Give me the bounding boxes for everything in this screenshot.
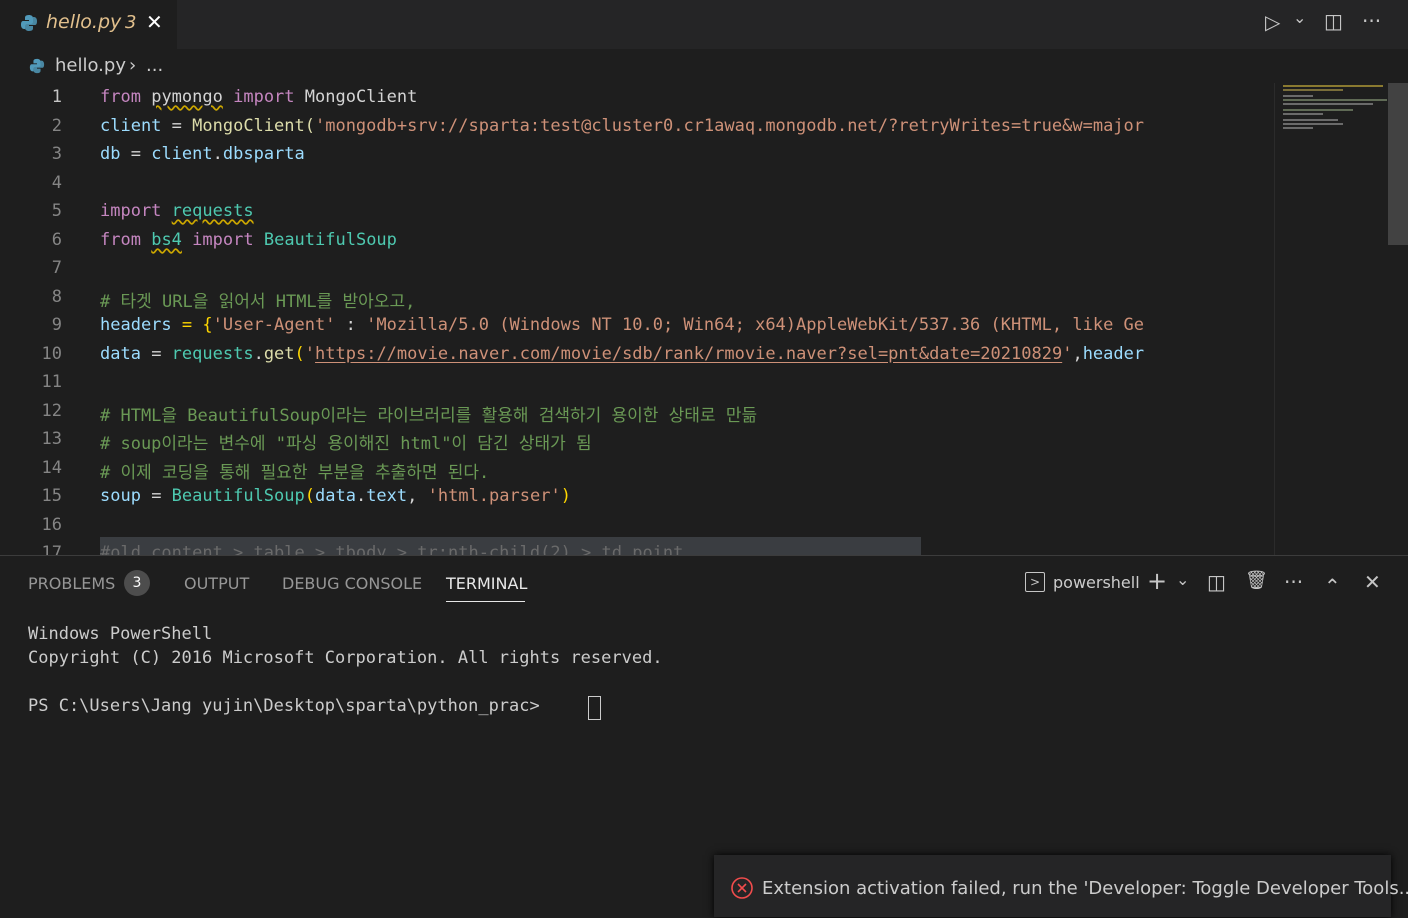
minimap-line: [1283, 85, 1383, 87]
line-number: 6: [51, 230, 62, 250]
line-number: 16: [41, 515, 62, 535]
code-line-2: client = MongoClient('mongodb+srv://spar…: [100, 116, 1145, 136]
active-tab-indicator: [446, 601, 525, 602]
tab-bar: [0, 0, 1408, 49]
code-line-10: data = requests.get('https://movie.naver…: [100, 344, 1145, 364]
line-number: 11: [41, 372, 62, 392]
split-terminal-icon[interactable]: ◫: [1207, 570, 1226, 594]
python-icon: [29, 58, 45, 78]
minimap-line: [1283, 103, 1373, 105]
line-number: 14: [41, 458, 62, 478]
close-icon[interactable]: ✕: [146, 10, 163, 34]
line-number: 9: [51, 315, 62, 335]
trash-icon[interactable]: 🗑: [1245, 570, 1268, 591]
code-editor[interactable]: 1 2 3 4 5 6 7 8 9 10 11 12 13 14 15 16 1…: [0, 83, 1408, 555]
terminal-cursor: [588, 696, 601, 720]
line-number: 10: [41, 344, 62, 364]
scrollbar-thumb[interactable]: [1388, 83, 1408, 245]
minimap-line: [1283, 119, 1338, 121]
minimap-line: [1283, 99, 1387, 101]
chevron-down-icon[interactable]: ⌄: [1293, 8, 1306, 27]
terminal-prompt[interactable]: PS C:\Users\Jang yujin\Desktop\sparta\py…: [28, 696, 550, 716]
breadcrumb-file[interactable]: hello.py: [55, 55, 126, 76]
line-number: 5: [51, 201, 62, 221]
line-number: 17: [41, 543, 62, 555]
split-editor-icon[interactable]: ◫: [1324, 9, 1343, 33]
add-terminal-icon[interactable]: +: [1147, 567, 1167, 595]
minimap-line: [1283, 109, 1353, 111]
line-number: 3: [51, 144, 62, 164]
code-line-17: #old_content > table > tbody > tr:nth-ch…: [100, 543, 684, 555]
chevron-down-icon[interactable]: ⌄: [1176, 570, 1189, 589]
error-icon: [731, 877, 753, 903]
tab-debug-console[interactable]: DEBUG CONSOLE: [282, 574, 422, 593]
minimap-line: [1283, 127, 1313, 129]
line-number: 1: [51, 87, 62, 107]
line-number: 15: [41, 486, 62, 506]
run-icon[interactable]: ▷: [1265, 10, 1280, 34]
code-line-5: import requests: [100, 201, 254, 221]
code-line-8: # 타겟 URL을 읽어서 HTML를 받아오고,: [100, 292, 416, 312]
line-number: 12: [41, 401, 62, 421]
line-number: 13: [41, 429, 62, 449]
tab-problems[interactable]: PROBLEMS: [28, 574, 115, 593]
tab-problem-count: 3: [125, 12, 137, 33]
tab-output[interactable]: OUTPUT: [184, 574, 249, 593]
line-number: 8: [51, 287, 62, 307]
line-number: 4: [51, 173, 62, 193]
more-actions-icon[interactable]: ···: [1362, 9, 1381, 33]
minimap-line: [1283, 95, 1313, 97]
minimap-line: [1283, 113, 1323, 115]
tab-terminal[interactable]: TERMINAL: [446, 574, 527, 593]
notification-message: Extension activation failed, run the 'De…: [762, 878, 1408, 899]
code-line-1: from pymongo import MongoClient: [100, 87, 418, 107]
terminal-line: Copyright (C) 2016 Microsoft Corporation…: [28, 648, 663, 668]
minimap[interactable]: [1274, 83, 1389, 555]
tab-hello-py[interactable]: hello.py 3 ✕: [0, 0, 177, 49]
terminal-line: Windows PowerShell: [28, 624, 213, 644]
minimap-line: [1283, 123, 1343, 125]
code-line-14: # 이제 코딩을 통해 필요한 부분을 추출하면 된다.: [100, 463, 490, 483]
line-number: 2: [51, 116, 62, 136]
breadcrumb-separator: ›: [129, 55, 137, 76]
problems-badge: 3: [124, 570, 150, 596]
code-line-13: # soup이라는 변수에 "파싱 용이해진 html"이 담긴 상태가 됨: [100, 434, 592, 454]
breadcrumb-more[interactable]: ...: [146, 55, 163, 76]
python-icon: [20, 14, 38, 36]
breadcrumb: [0, 49, 1408, 83]
code-line-6: from bs4 import BeautifulSoup: [100, 230, 397, 250]
terminal-icon: >: [1025, 572, 1045, 592]
minimap-line: [1283, 89, 1343, 91]
code-line-3: db = client.dbsparta: [100, 144, 305, 164]
code-line-15: soup = BeautifulSoup(data.text, 'html.pa…: [100, 486, 571, 506]
code-line-12: # HTML을 BeautifulSoup이라는 라이브러리를 활용해 검색하기…: [100, 406, 758, 426]
line-number: 7: [51, 258, 62, 278]
close-icon[interactable]: ✕: [1364, 570, 1381, 594]
more-actions-icon[interactable]: ···: [1284, 570, 1303, 594]
maximize-panel-icon[interactable]: ⌃: [1324, 574, 1341, 598]
code-line-9: headers = {'User-Agent' : 'Mozilla/5.0 (…: [100, 315, 1145, 335]
tab-filename: hello.py: [46, 11, 122, 33]
terminal-shell-name[interactable]: powershell: [1053, 573, 1140, 592]
